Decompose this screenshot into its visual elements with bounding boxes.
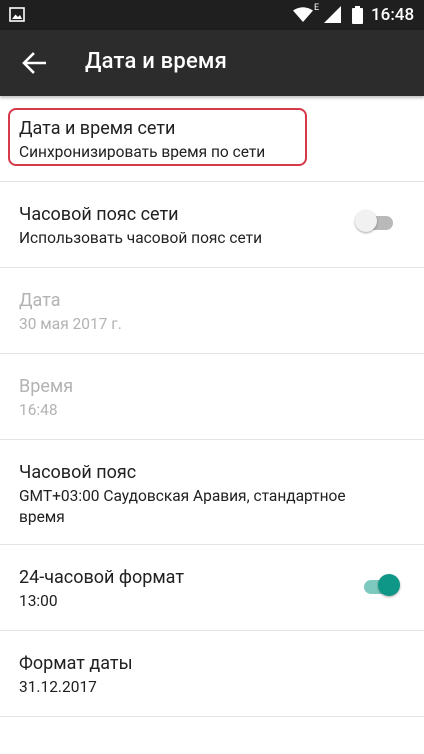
app-bar: Дата и время [0, 30, 424, 96]
setting-date-format[interactable]: Формат даты 31.12.2017 [0, 631, 424, 717]
network-timezone-toggle[interactable] [355, 210, 395, 234]
wifi-icon [293, 7, 313, 22]
setting-title: Дата и время сети [19, 118, 176, 139]
back-arrow-icon[interactable] [22, 52, 46, 74]
setting-summary: Использовать часовой пояс сети [19, 229, 263, 247]
signal-icon [324, 6, 341, 23]
setting-title: Часовой пояс сети [19, 204, 179, 225]
setting-title: 24-часовой формат [19, 567, 184, 588]
setting-network-date-time[interactable]: Дата и время сети Синхронизировать время… [0, 96, 424, 182]
setting-title: Формат даты [19, 653, 133, 674]
network-type-label: E [314, 3, 320, 13]
24-hour-format-toggle[interactable] [360, 574, 400, 598]
setting-summary: 16:48 [19, 401, 58, 419]
setting-timezone[interactable]: Часовой пояс GMT+03:00 Саудовская Аравия… [0, 440, 424, 545]
setting-summary: GMT+03:00 Саудовская Аравия, стандартное… [19, 487, 346, 526]
toggle-thumb [355, 210, 377, 232]
setting-date: Дата 30 мая 2017 г. [0, 268, 424, 354]
status-clock: 16:48 [371, 5, 415, 25]
page-title: Дата и время [85, 49, 228, 74]
settings-list: Дата и время сети Синхронизировать время… [0, 96, 424, 717]
battery-icon [352, 6, 363, 24]
setting-summary: Синхронизировать время по сети [19, 143, 266, 161]
setting-network-timezone[interactable]: Часовой пояс сети Использовать часовой п… [0, 182, 424, 268]
status-bar: E 16:48 [0, 0, 424, 30]
setting-24-hour-format[interactable]: 24-часовой формат 13:00 [0, 545, 424, 631]
image-icon [9, 7, 25, 22]
setting-title: Часовой пояс [19, 462, 137, 483]
setting-title: Дата [19, 290, 61, 311]
setting-title: Время [19, 376, 74, 397]
setting-summary: 30 мая 2017 г. [19, 315, 122, 333]
setting-summary: 31.12.2017 [19, 678, 97, 696]
toggle-thumb [378, 574, 400, 596]
setting-time: Время 16:48 [0, 354, 424, 440]
setting-summary: 13:00 [19, 592, 58, 610]
